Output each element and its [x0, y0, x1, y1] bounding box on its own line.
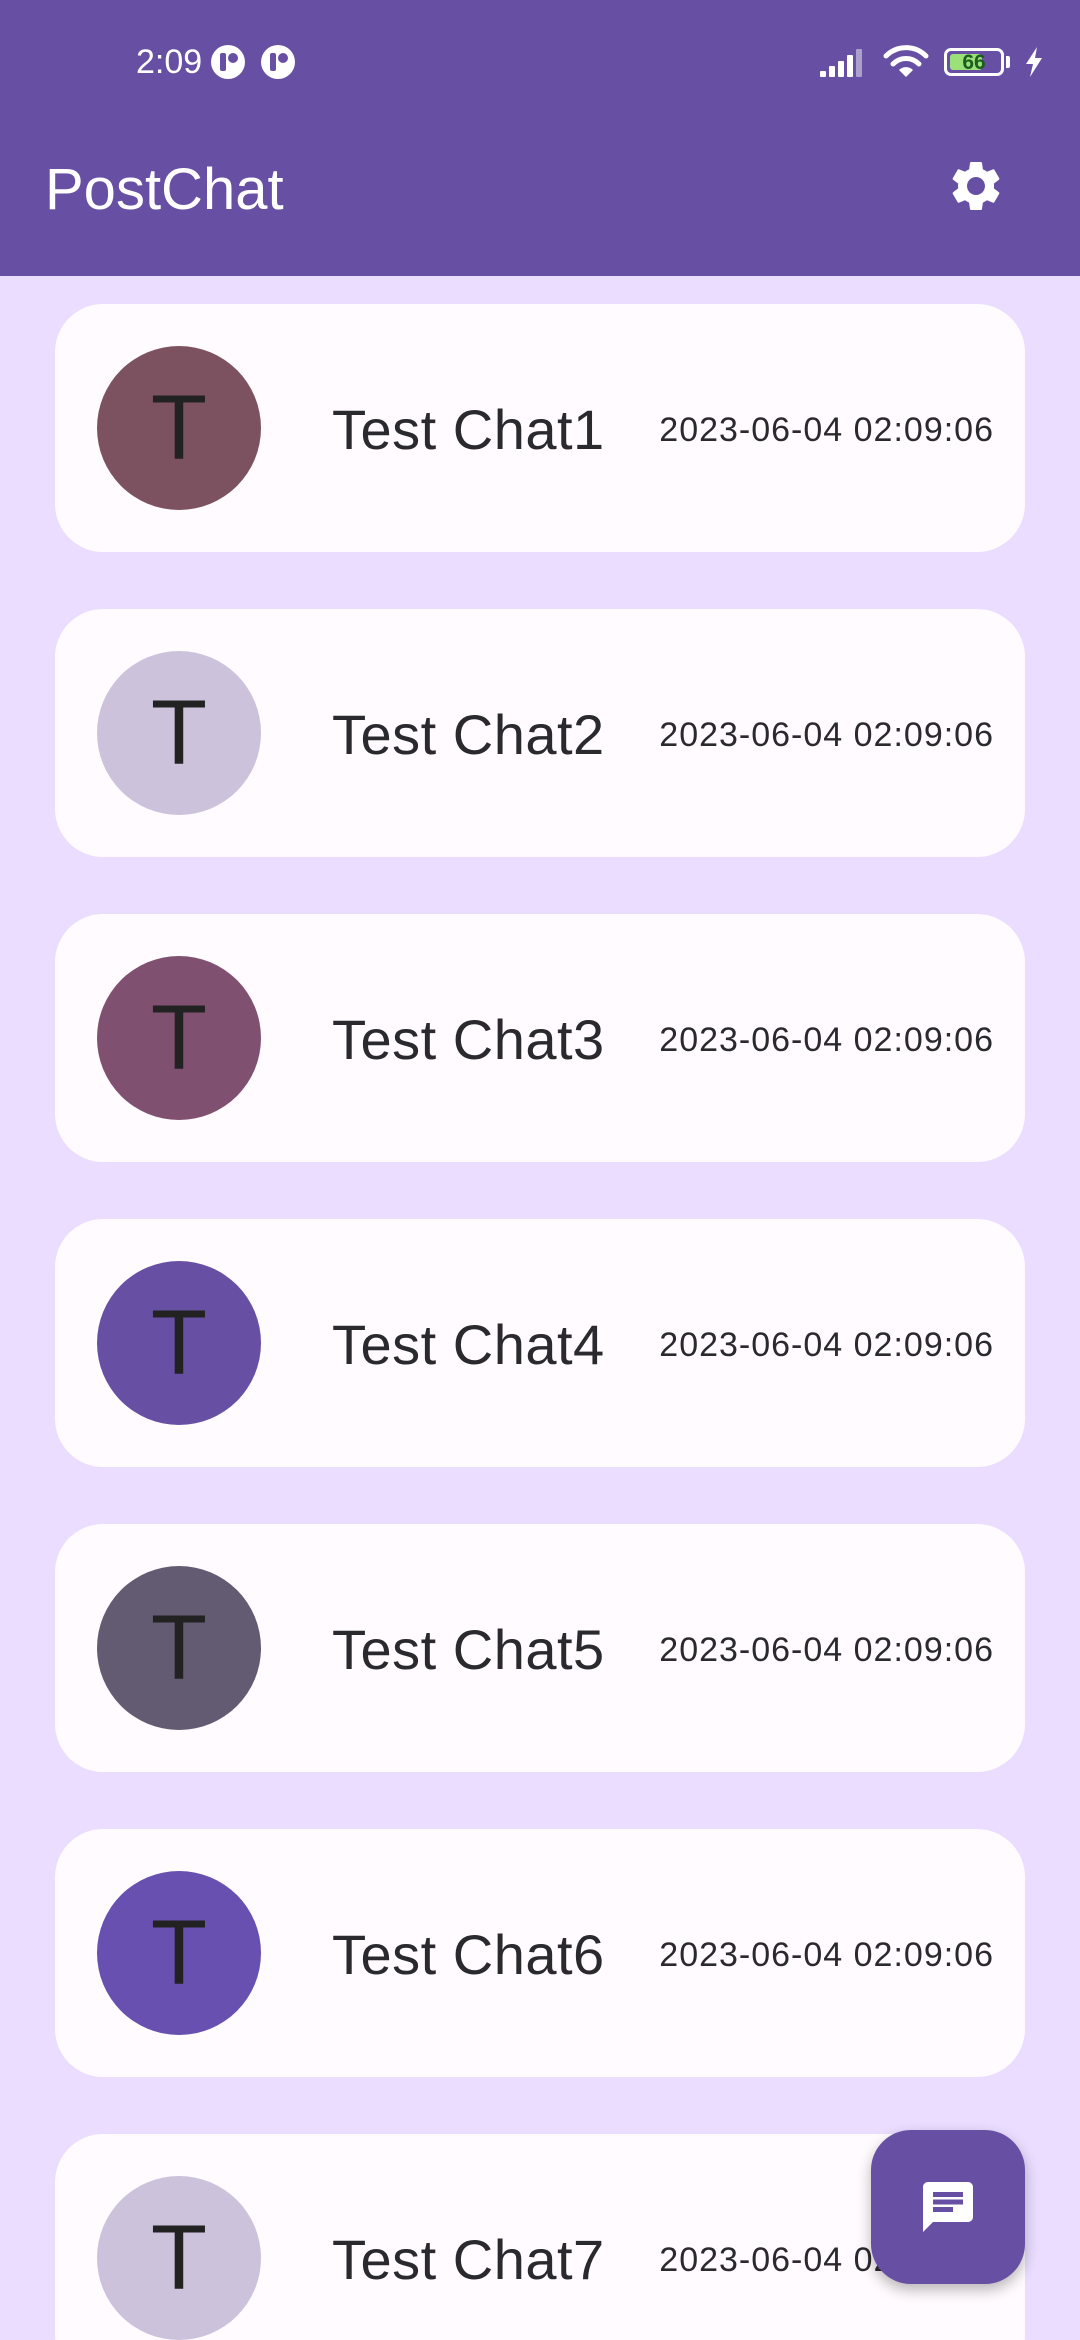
chat-item[interactable]: T Test Chat4 2023-06-04 02:09:06: [55, 1219, 1025, 1467]
chat-avatar: T: [97, 1566, 261, 1730]
chat-name: Test Chat7: [332, 2228, 605, 2291]
chat-name: Test Chat2: [332, 703, 605, 766]
chat-item[interactable]: T Test Chat5 2023-06-04 02:09:06: [55, 1524, 1025, 1772]
chat-timestamp: 2023-06-04 02:09:06: [659, 1326, 994, 1364]
notification-icon: [261, 45, 295, 79]
app-title: PostChat: [45, 157, 284, 222]
chat-list[interactable]: T Test Chat1 2023-06-04 02:09:06 T Test …: [0, 276, 1080, 2340]
chat-timestamp: 2023-06-04 02:09:06: [659, 1631, 994, 1669]
chat-name: Test Chat1: [332, 398, 605, 461]
chat-item[interactable]: T Test Chat1 2023-06-04 02:09:06: [55, 304, 1025, 552]
notification-icon: [211, 45, 245, 79]
charging-icon: [1026, 47, 1042, 77]
chat-name: Test Chat4: [332, 1313, 605, 1376]
status-time: 2:09: [136, 43, 203, 81]
chat-timestamp: 2023-06-04 02:09:06: [659, 1021, 994, 1059]
battery-cap: [1006, 56, 1010, 68]
chat-avatar: T: [97, 2176, 261, 2340]
status-icons: 66: [818, 40, 1044, 84]
chat-timestamp: 2023-06-04 02:09:06: [659, 1936, 994, 1974]
status-bar: 2:09 66: [0, 0, 1080, 124]
new-chat-fab[interactable]: [871, 2130, 1025, 2284]
chat-item[interactable]: T Test Chat6 2023-06-04 02:09:06: [55, 1829, 1025, 2077]
chat-avatar: T: [97, 1871, 261, 2035]
chat-avatar: T: [97, 1261, 261, 1425]
settings-button[interactable]: [940, 150, 1012, 222]
chat-item[interactable]: T Test Chat3 2023-06-04 02:09:06: [55, 914, 1025, 1162]
gear-icon: [952, 162, 1000, 210]
chat-name: Test Chat6: [332, 1923, 605, 1986]
wifi-icon: [883, 45, 929, 77]
chat-timestamp: 2023-06-04 02:09:06: [659, 411, 994, 449]
signal-icon: [820, 49, 862, 77]
chat-name: Test Chat3: [332, 1008, 605, 1071]
chat-item[interactable]: T Test Chat2 2023-06-04 02:09:06: [55, 609, 1025, 857]
chat-avatar: T: [97, 956, 261, 1120]
battery-icon: 66: [944, 48, 1004, 76]
chat-avatar: T: [97, 346, 261, 510]
app-bar: 2:09 66 PostChat: [0, 0, 1080, 276]
chat-avatar: T: [97, 651, 261, 815]
chat-name: Test Chat5: [332, 1618, 605, 1681]
message-icon: [923, 2182, 973, 2232]
battery-level-text: 66: [962, 51, 986, 74]
chat-timestamp: 2023-06-04 02:09:06: [659, 716, 994, 754]
